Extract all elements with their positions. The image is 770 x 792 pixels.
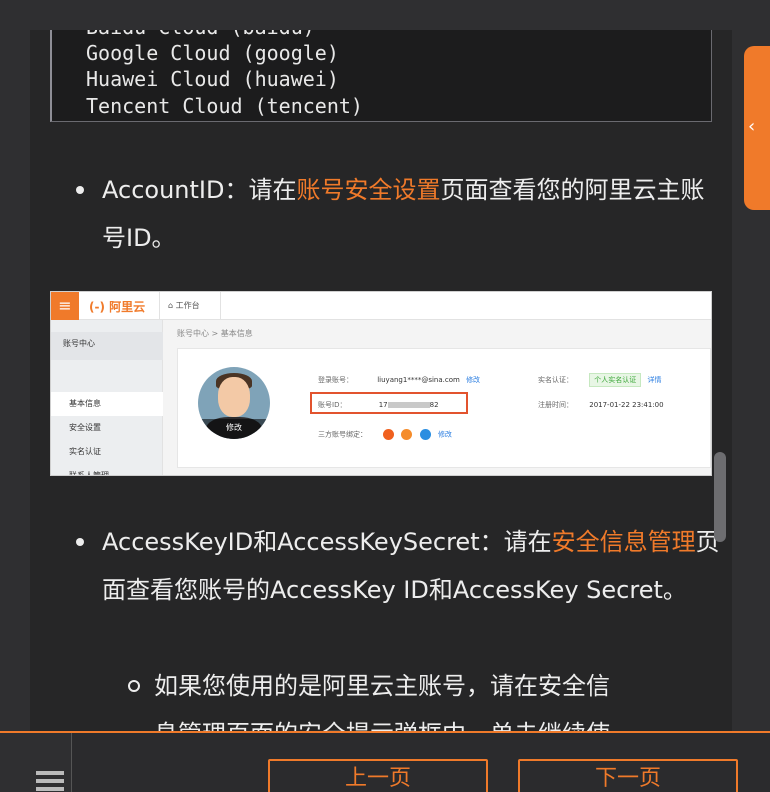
sub-bullet-line: 息管理页面的安全提示弹框中，单击继续使 [154, 710, 724, 732]
taobao-icon [383, 429, 395, 440]
side-drawer-tab[interactable]: ‹ [744, 46, 770, 210]
account-id-label: 账号ID： [318, 401, 347, 409]
aliyun-logo: (-) 阿里云 [89, 300, 146, 314]
sub-bullet: 如果您使用的是阿里云主账号，请在安全信 息管理页面的安全提示弹框中，单击继续使 [128, 662, 724, 732]
thirdparty-edit-link: 修改 [437, 430, 452, 439]
login-value: liuyang1****@sina.com [377, 376, 460, 384]
thirdparty-label: 三方账号绑定： [318, 430, 367, 439]
article-content[interactable]: Baidu Cloud (baidu) Google Cloud (google… [30, 30, 732, 732]
code-block: Baidu Cloud (baidu) Google Cloud (google… [50, 30, 712, 122]
alipay-icon [401, 429, 413, 440]
sidebar-item-contacts: 联系人管理 [69, 471, 109, 476]
code-line: Tencent Cloud (tencent) [86, 94, 363, 118]
realname-label: 实名认证： [538, 376, 573, 384]
toc-icon [36, 771, 64, 792]
sidebar-item-basic-info: 基本信息 [51, 392, 163, 416]
thirdparty-row: 三方账号绑定： 修改 [318, 429, 452, 440]
code-line: Huawei Cloud (huawei) [86, 67, 339, 91]
bullet-text: AccountID：请在 [102, 176, 297, 204]
screenshot-breadcrumb: 账号中心 > 基本信息 [177, 329, 253, 338]
realname-detail-link: 详情 [647, 376, 662, 384]
toc-button[interactable] [0, 733, 72, 792]
login-edit-link: 修改 [466, 376, 481, 384]
account-id-suffix: 82 [429, 401, 439, 409]
avatar-edit-label: 修改 [198, 419, 270, 439]
sub-bullet-line: 如果您使用的是阿里云主账号，请在安全信 [154, 672, 610, 700]
account-panel: 修改 登录账号： liuyang1****@sina.com 修改 账号ID： … [177, 348, 711, 468]
code-line: Baidu Cloud (baidu) [86, 30, 315, 41]
account-id-masked [387, 402, 430, 408]
bottom-navigation: 上一页 下一页 [0, 731, 770, 792]
register-label: 注册时间： [538, 401, 573, 409]
bullet-dot [76, 186, 84, 194]
realname-row: 实名认证： 个人实名认证 详情 [538, 373, 661, 387]
sub-bullet-circle [128, 680, 140, 692]
login-row: 登录账号： liuyang1****@sina.com 修改 [318, 375, 480, 385]
workbench-tab: ⌂ 工作台 [159, 292, 221, 320]
scrollbar-thumb[interactable] [714, 452, 726, 542]
account-security-link[interactable]: 账号安全设置 [296, 176, 440, 204]
alipay-blue-icon [419, 429, 431, 440]
account-info-screenshot: ≡ (-) 阿里云 ⌂ 工作台 账号中心 基本信息 安全设置 实名认证 联系人管… [50, 291, 712, 476]
bullet-dot [76, 538, 84, 546]
next-page-button[interactable]: 下一页 [518, 759, 738, 792]
register-row: 注册时间： 2017-01-22 23:41:00 [538, 400, 664, 410]
sidebar-item-security: 安全设置 [69, 423, 101, 432]
prev-page-button[interactable]: 上一页 [268, 759, 488, 792]
bullet-text: AccessKeyID和AccessKeySecret：请在 [102, 528, 552, 556]
screenshot-sidebar: 账号中心 基本信息 安全设置 实名认证 联系人管理 [51, 320, 163, 476]
login-label: 登录账号： [318, 376, 353, 384]
account-id-row: 账号ID： 17 82 [318, 400, 439, 410]
account-id-prefix: 17 [378, 401, 388, 409]
sidebar-item-realname: 实名认证 [69, 447, 101, 456]
register-value: 2017-01-22 23:41:00 [589, 401, 664, 409]
code-line: Google Cloud (google) [86, 41, 339, 65]
avatar-face [218, 377, 250, 417]
menu-icon: ≡ [51, 292, 79, 320]
screenshot-topbar [51, 292, 711, 320]
avatar: 修改 [198, 367, 270, 439]
sidebar-title: 账号中心 [51, 332, 163, 360]
document-viewer: Baidu Cloud (baidu) Google Cloud (google… [0, 0, 770, 792]
bullet-accesskey: AccessKeyID和AccessKeySecret：请在安全信息管理页面查看… [76, 518, 722, 614]
chevron-left-icon: ‹ [748, 116, 756, 137]
workbench-label: 工作台 [175, 301, 200, 310]
bullet-account-id: AccountID：请在账号安全设置页面查看您的阿里云主账号ID。 [76, 166, 722, 262]
security-info-link[interactable]: 安全信息管理 [552, 528, 696, 556]
realname-badge: 个人实名认证 [589, 373, 642, 387]
